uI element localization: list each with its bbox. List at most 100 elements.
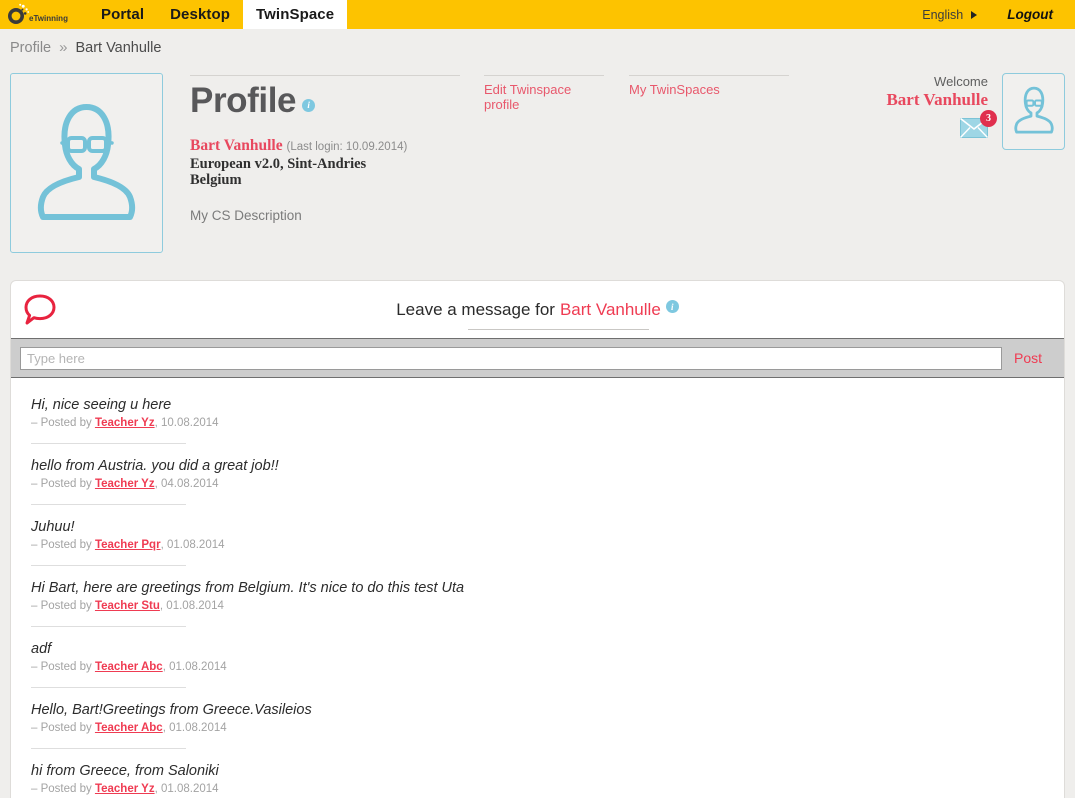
list-item: hi from Greece, from Saloniki – Posted by… xyxy=(31,762,1064,795)
message-meta: – Posted by Teacher Yz, 10.08.2014 xyxy=(31,417,1064,429)
message-text: Hello, Bart!Greetings from Greece.Vasile… xyxy=(31,702,312,718)
profile-links-column-2: My TwinSpaces xyxy=(629,75,789,97)
message-date: , 01.08.2014 xyxy=(162,661,227,673)
message-author-link[interactable]: Teacher Pqr xyxy=(95,539,161,551)
logout-link[interactable]: Logout xyxy=(1007,7,1053,22)
message-text: Hi Bart, here are greetings from Belgium… xyxy=(31,580,465,596)
profile-country: Belgium xyxy=(190,171,242,188)
welcome-user-name: Bart Vanhulle xyxy=(886,90,988,109)
heading-underline xyxy=(468,328,649,330)
my-twinspaces-link[interactable]: My TwinSpaces xyxy=(629,82,789,97)
leave-message-target: Bart Vanhulle xyxy=(559,299,661,319)
list-item: Hi Bart, here are greetings from Belgium… xyxy=(31,579,1064,612)
message-divider xyxy=(31,504,186,505)
message-meta: – Posted by Teacher Stu, 01.08.2014 xyxy=(31,600,1064,612)
nav-item-portal[interactable]: Portal xyxy=(88,0,157,29)
top-navigation-bar: eTwinning Portal Desktop TwinSpace Engli… xyxy=(0,0,1075,29)
welcome-box: Welcome Bart Vanhulle 3 xyxy=(868,74,997,143)
profile-last-login: (Last login: 10.09.2014) xyxy=(286,141,408,153)
posted-by-prefix: – Posted by xyxy=(31,478,95,490)
breadcrumb-item-profile[interactable]: Profile xyxy=(10,40,51,56)
profile-description: My CS Description xyxy=(190,207,302,223)
breadcrumb-item-current: Bart Vanhulle xyxy=(75,39,162,56)
message-date: , 01.08.2014 xyxy=(160,539,225,551)
message-meta: – Posted by Teacher Pqr, 01.08.2014 xyxy=(31,539,1064,551)
person-avatar-icon xyxy=(29,93,144,233)
page-title: Profile xyxy=(190,81,297,120)
message-divider xyxy=(31,565,186,566)
message-meta: – Posted by Teacher Abc, 01.08.2014 xyxy=(31,722,1064,734)
message-date: , 04.08.2014 xyxy=(154,478,219,490)
profile-area: Profile i Bart Vanhulle (Last login: 10.… xyxy=(0,66,1075,280)
breadcrumb: Profile » Bart Vanhulle xyxy=(0,29,1075,66)
posted-by-prefix: – Posted by xyxy=(31,722,95,734)
info-icon[interactable]: i xyxy=(665,300,679,313)
message-author-link[interactable]: Teacher Stu xyxy=(95,600,160,612)
messages-button[interactable]: 3 xyxy=(959,110,997,143)
message-divider xyxy=(31,687,186,688)
language-label: English xyxy=(922,7,964,22)
message-list: Hi, nice seeing u here – Posted by Teache… xyxy=(11,378,1064,798)
message-date: , 10.08.2014 xyxy=(154,417,219,429)
breadcrumb-separator: » xyxy=(59,39,68,56)
message-text: adf xyxy=(31,641,52,657)
message-author-link[interactable]: Teacher Yz xyxy=(95,478,155,490)
person-avatar-icon xyxy=(1011,82,1057,142)
message-author-link[interactable]: Teacher Abc xyxy=(95,722,163,734)
speech-bubble-icon xyxy=(23,293,57,331)
language-selector[interactable]: English xyxy=(922,7,978,22)
links-divider-1 xyxy=(484,75,604,76)
profile-title-divider xyxy=(190,75,460,76)
message-date: , 01.08.2014 xyxy=(162,722,227,734)
info-icon[interactable]: i xyxy=(302,98,316,112)
message-meta: – Posted by Teacher Yz, 01.08.2014 xyxy=(31,783,1064,795)
list-item: Hello, Bart!Greetings from Greece.Vasile… xyxy=(31,701,1064,734)
posted-by-prefix: – Posted by xyxy=(31,783,95,795)
profile-links-column-1: Edit Twinspace profile xyxy=(484,75,604,112)
links-divider-2 xyxy=(629,75,789,76)
message-date: , 01.08.2014 xyxy=(159,600,224,612)
posted-by-prefix: – Posted by xyxy=(31,417,95,429)
post-button[interactable]: Post xyxy=(1014,350,1064,366)
list-item: adf – Posted by Teacher Abc, 01.08.2014 xyxy=(31,640,1064,673)
list-item: Hi, nice seeing u here – Posted by Teache… xyxy=(31,396,1064,429)
profile-avatar[interactable] xyxy=(10,73,163,253)
message-meta: – Posted by Teacher Yz, 04.08.2014 xyxy=(31,478,1064,490)
envelope-icon xyxy=(959,117,989,142)
nav-item-twinspace[interactable]: TwinSpace xyxy=(243,0,348,29)
page-title-row: Profile i xyxy=(190,81,460,121)
etwinning-logo[interactable]: eTwinning xyxy=(0,0,88,29)
message-author-link[interactable]: Teacher Yz xyxy=(95,417,155,429)
topbar-right-group: English Logout xyxy=(922,0,1075,29)
message-panel-header: Leave a message for Bart Vanhulle i xyxy=(11,281,1064,339)
unread-message-badge: 3 xyxy=(980,110,997,127)
caret-right-icon xyxy=(971,10,978,19)
posted-by-prefix: – Posted by xyxy=(31,661,95,673)
message-divider xyxy=(31,443,186,444)
message-panel: Leave a message for Bart Vanhulle i Post… xyxy=(10,280,1065,798)
nav-item-desktop[interactable]: Desktop xyxy=(157,0,243,29)
message-text: Hi, nice seeing u here xyxy=(31,397,172,413)
message-divider xyxy=(31,748,186,749)
profile-main: Profile i Bart Vanhulle (Last login: 10.… xyxy=(190,75,460,223)
message-text: Juhuu! xyxy=(31,519,75,535)
profile-identity: Bart Vanhulle (Last login: 10.09.2014) E… xyxy=(190,137,460,188)
profile-name: Bart Vanhulle xyxy=(190,137,283,154)
posted-by-prefix: – Posted by xyxy=(31,539,95,551)
message-compose-row: Post xyxy=(11,339,1064,378)
message-input[interactable] xyxy=(20,346,1002,370)
message-text: hello from Austria. you did a great job!… xyxy=(31,458,279,474)
welcome-label: Welcome xyxy=(934,74,988,89)
etwinning-logo-text: eTwinning xyxy=(29,13,68,23)
message-meta: – Posted by Teacher Abc, 01.08.2014 xyxy=(31,661,1064,673)
posted-by-prefix: – Posted by xyxy=(31,600,95,612)
list-item: hello from Austria. you did a great job!… xyxy=(31,457,1064,490)
main-nav: Portal Desktop TwinSpace xyxy=(88,0,348,29)
profile-organisation: European v2.0, Sint-Andries xyxy=(190,155,367,172)
edit-twinspace-profile-link[interactable]: Edit Twinspace profile xyxy=(484,82,604,112)
message-author-link[interactable]: Teacher Yz xyxy=(95,783,155,795)
message-author-link[interactable]: Teacher Abc xyxy=(95,661,163,673)
header-user-avatar[interactable] xyxy=(1002,73,1065,150)
leave-message-heading: Leave a message for Bart Vanhulle i xyxy=(396,299,679,330)
message-divider xyxy=(31,626,186,627)
